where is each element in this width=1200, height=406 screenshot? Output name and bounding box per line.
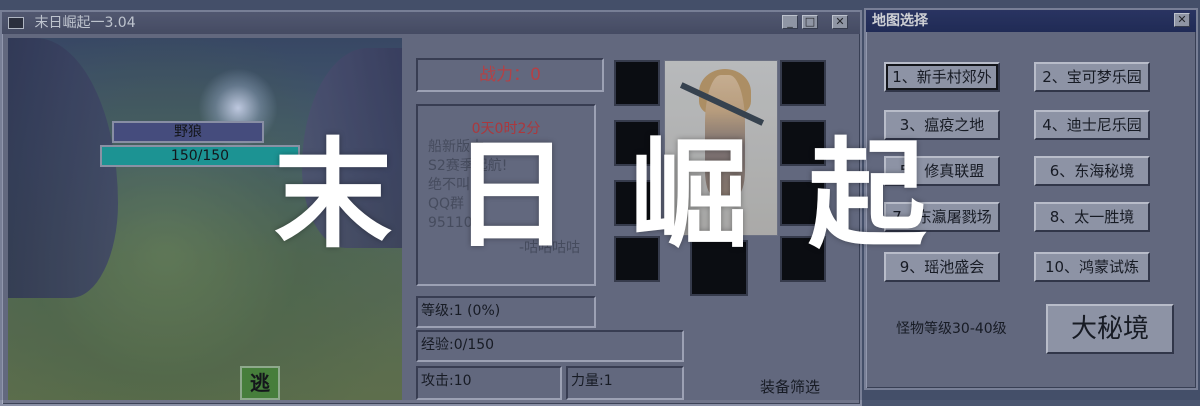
close-button[interactable]: ✕ bbox=[832, 15, 848, 29]
map-window-titlebar[interactable]: 地图选择 bbox=[866, 10, 1196, 32]
equip-filter-button[interactable]: 装备筛选 bbox=[760, 376, 820, 397]
map-button-2[interactable]: 2、宝可梦乐园 bbox=[1034, 62, 1150, 92]
map-button-1[interactable]: 1、新手村郊外 bbox=[884, 62, 1000, 92]
level-stat: 等级:1 (0%) bbox=[416, 296, 596, 328]
secret-realm-button[interactable]: 大秘境 bbox=[1046, 304, 1174, 354]
map-window-title: 地图选择 bbox=[872, 13, 928, 29]
equip-slot[interactable] bbox=[614, 60, 660, 106]
attack-stat: 攻击:10 bbox=[416, 366, 562, 400]
app-icon bbox=[8, 17, 24, 29]
exp-stat: 经验:0/150 bbox=[416, 330, 684, 362]
combat-power: 战力：0 bbox=[416, 58, 604, 92]
map-close-button[interactable]: ✕ bbox=[1174, 13, 1190, 27]
maximize-button[interactable]: □ bbox=[802, 15, 818, 29]
banner-title: 末日崛起 bbox=[273, 126, 986, 264]
game-window-title: 末日崛起一3.04 bbox=[34, 15, 136, 31]
equip-slot[interactable] bbox=[780, 60, 826, 106]
minimize-button[interactable]: _ bbox=[782, 15, 798, 29]
flee-button[interactable]: 逃 bbox=[240, 366, 280, 400]
strength-stat: 力量:1 bbox=[566, 366, 684, 400]
monster-level-label: 怪物等级30-40级 bbox=[896, 321, 1007, 337]
game-window-titlebar[interactable]: 末日崛起一3.04 bbox=[2, 12, 860, 34]
